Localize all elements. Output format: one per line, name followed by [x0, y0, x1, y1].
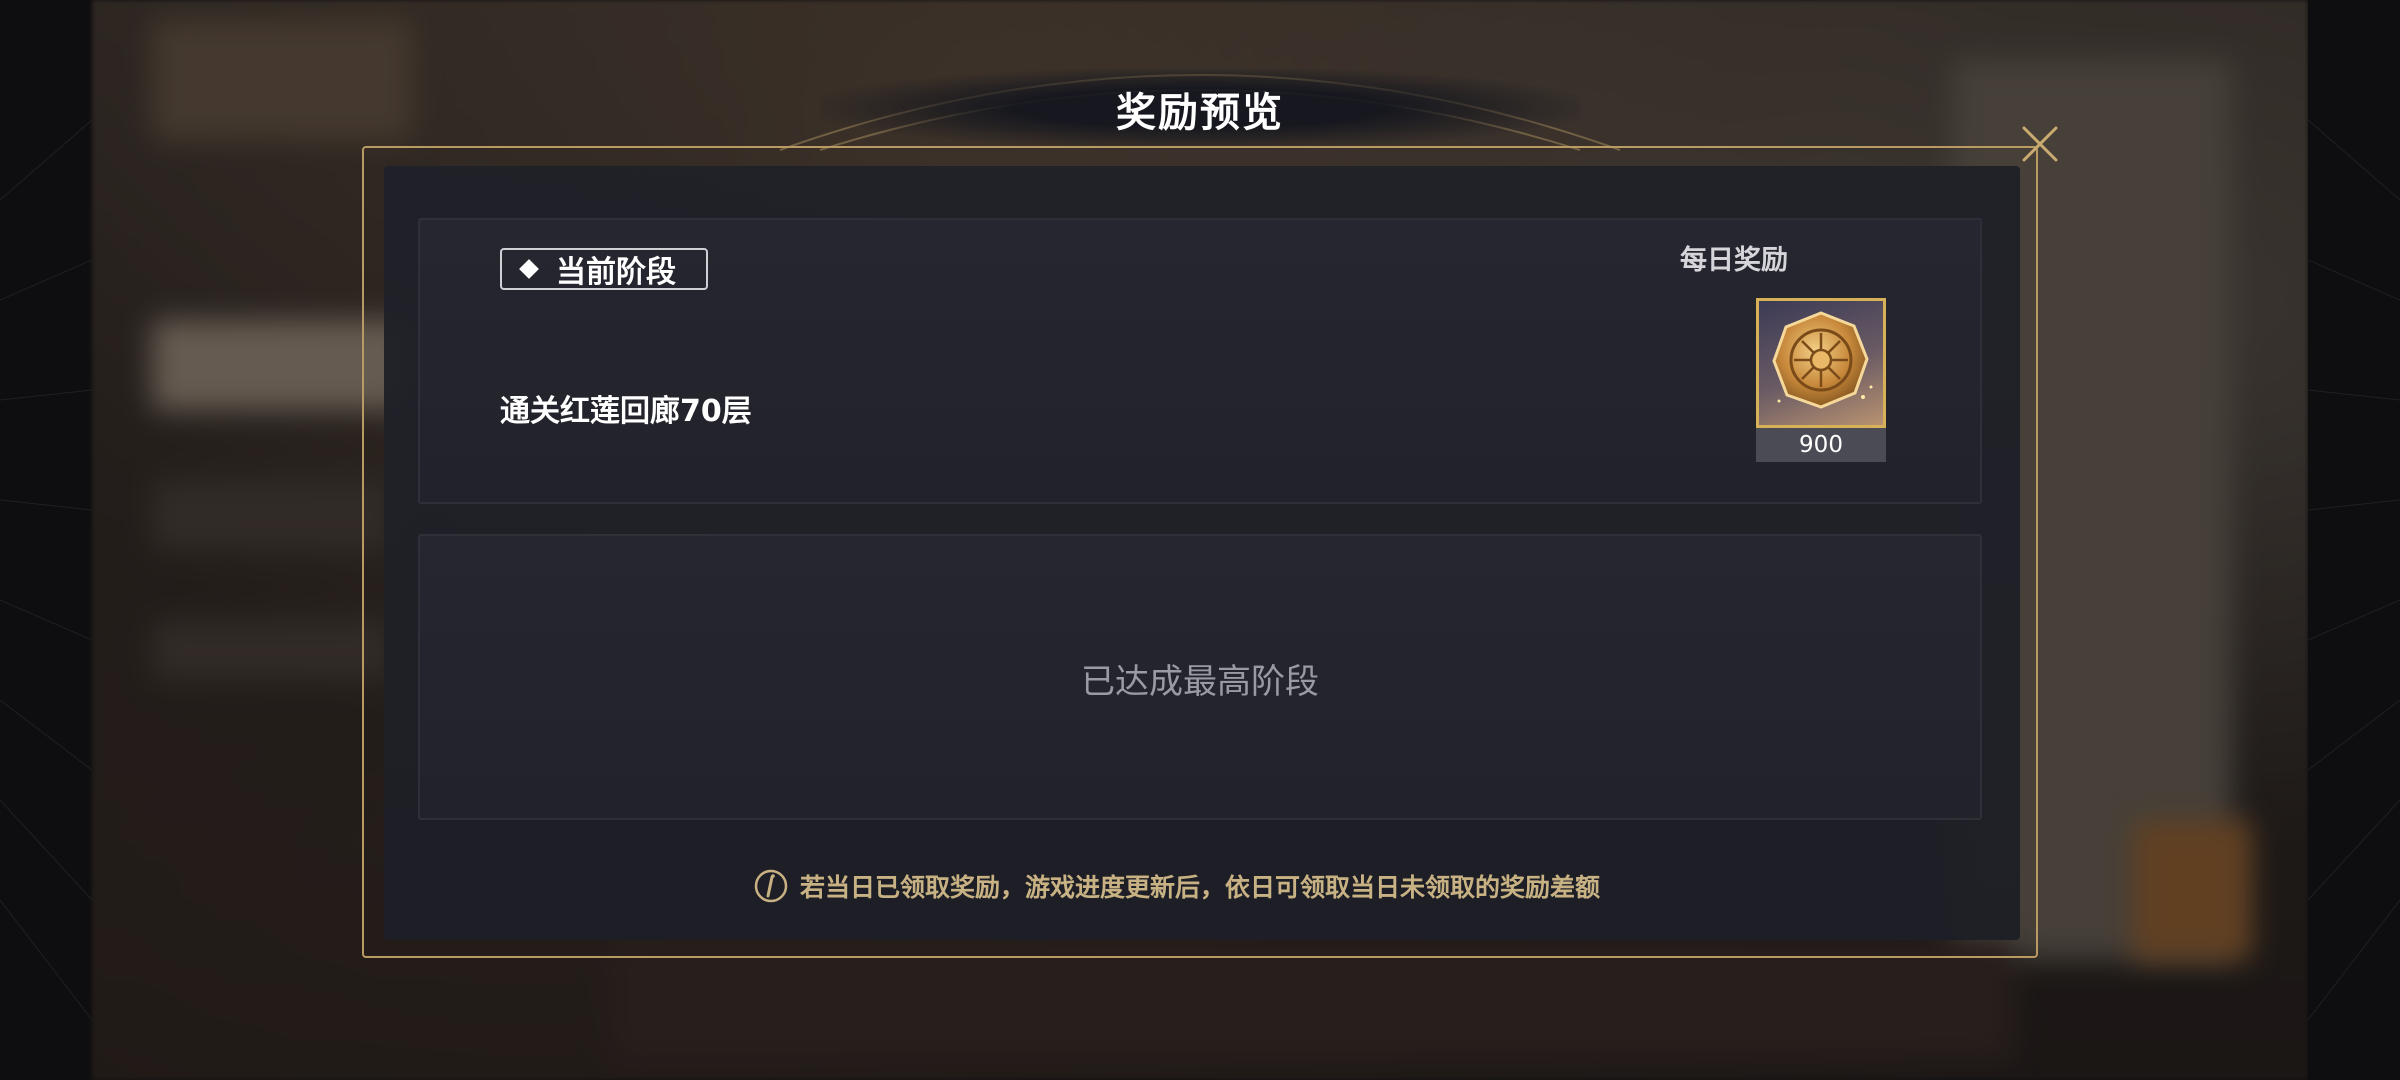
close-icon [2022, 126, 2058, 162]
diamond-icon [519, 259, 539, 279]
max-stage-message: 已达成最高阶段 [1081, 662, 1319, 702]
close-button[interactable] [2018, 122, 2062, 166]
reward-item[interactable] [1756, 298, 1886, 428]
info-icon [754, 869, 788, 903]
notice-text: 若当日已领取奖励，游戏进度更新后，依日可领取当日未领取的奖励差额 [800, 873, 1601, 902]
reward-notice: 若当日已领取奖励，游戏进度更新后，依日可领取当日未领取的奖励差额 [752, 866, 1600, 906]
daily-reward-label: 每日奖励 [1680, 245, 1788, 276]
gold-medal-icon [1772, 311, 1873, 409]
current-stage-tag-label: 当前阶段 [556, 255, 676, 290]
reward-quantity: 900 [1756, 428, 1886, 462]
current-stage-description: 通关红莲回廊70层 [500, 394, 752, 429]
screen: 奖励预览 当前阶段 通关红莲回廊70层 每日奖励 900 已达成最高阶段 若当日… [0, 0, 2400, 1080]
current-stage-tag: 当前阶段 [500, 248, 708, 290]
